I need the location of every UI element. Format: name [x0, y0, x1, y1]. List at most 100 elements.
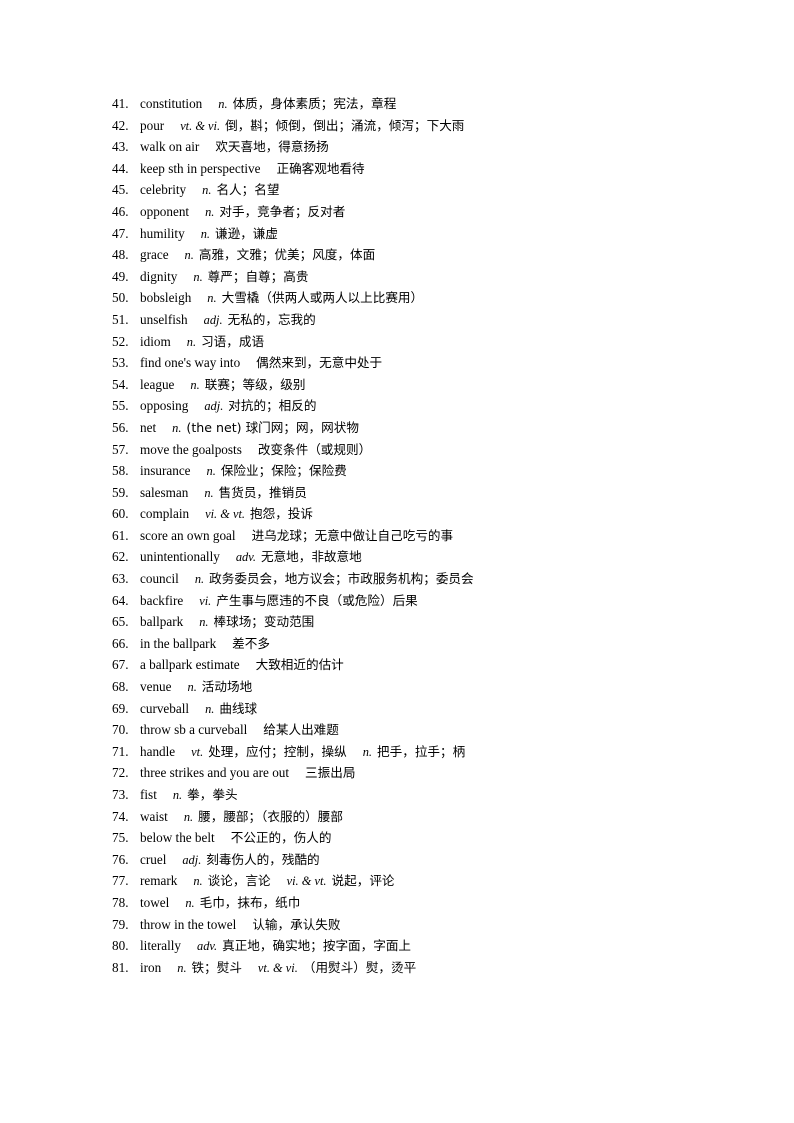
- part-of-speech: n.: [183, 809, 194, 824]
- entry-definition: 谦逊，谦虚: [215, 225, 278, 241]
- vocabulary-list: 41. constitution n. 体质，身体素质；宪法，章程 42. pour vt.…: [112, 93, 752, 978]
- entry-definition: 真正地，确实地；按字面，字面上: [222, 938, 411, 954]
- entry-headword: keep sth in perspective: [140, 160, 261, 176]
- vocabulary-entry: 68. venue n. 活动场地: [112, 676, 752, 698]
- part-of-speech: vi. & vt.: [205, 507, 245, 522]
- part-of-speech: n.: [187, 680, 197, 695]
- entry-number: 45.: [112, 182, 129, 198]
- entry-number: 56.: [112, 419, 129, 435]
- vocabulary-entry: 73. fist n. 拳，拳头: [112, 784, 752, 806]
- entry-definition: 说起，评论: [331, 873, 395, 889]
- vocabulary-entry: 55. opposing adj. 对抗的；相反的: [112, 395, 752, 417]
- entry-definition: 腰，腰部；（衣服的）腰部: [198, 808, 343, 824]
- entry-definition: 活动场地: [201, 679, 253, 695]
- vocabulary-entry: 67. a ballpark estimate 大致相近的估计: [112, 654, 752, 676]
- entry-headword: bobsleigh: [140, 290, 192, 306]
- entry-definition: 名人；名望: [216, 182, 280, 198]
- entry-headword: pour: [140, 117, 165, 133]
- entry-number: 64.: [112, 592, 129, 608]
- entry-number: 46.: [112, 203, 129, 219]
- part-of-speech: n.: [172, 788, 183, 802]
- part-of-speech: n.: [194, 572, 205, 587]
- vocabulary-entry: 44. keep sth in perspective 正确客观地看待: [112, 158, 752, 180]
- part-of-speech: n.: [177, 960, 187, 975]
- entry-headword: opposing: [140, 398, 189, 414]
- entry-number: 75.: [112, 830, 129, 846]
- part-of-speech: adv.: [197, 939, 218, 954]
- entry-headword: find one's way into: [140, 355, 241, 371]
- entry-definition: 习语，成语: [201, 333, 265, 349]
- entry-headword: dignity: [140, 268, 178, 284]
- entry-headword: unintentionally: [140, 549, 220, 565]
- entry-headword: throw sb a curveball: [140, 722, 248, 738]
- entry-definition: 铁；熨斗: [191, 959, 242, 975]
- vocabulary-entry: 76. cruel adj. 刻毒伤人的，残酷的: [112, 849, 752, 871]
- entry-headword: towel: [140, 894, 170, 910]
- entry-number: 53.: [112, 355, 129, 371]
- vocabulary-entry: 69. curveball n. 曲线球: [112, 698, 752, 720]
- vocabulary-entry: 46. opponent n. 对手，竞争者；反对者: [112, 201, 752, 223]
- entry-definition: 给某人出难题: [263, 722, 339, 738]
- entry-definition: 差不多: [232, 635, 270, 651]
- vocabulary-entry: 59. salesman n. 售货员，推销员: [112, 482, 752, 504]
- vocabulary-entry: 52. idiom n. 习语，成语: [112, 331, 752, 353]
- vocabulary-entry: 51. unselfish adj. 无私的，忘我的: [112, 309, 752, 331]
- part-of-speech: vi.: [199, 593, 212, 608]
- entry-number: 65.: [112, 614, 129, 630]
- entry-definition: 联赛；等级，级别: [204, 376, 306, 392]
- entry-headword: venue: [140, 679, 172, 695]
- part-of-speech: n.: [193, 269, 203, 284]
- entry-headword: celebrity: [140, 182, 187, 198]
- vocabulary-entry: 75. below the belt 不公正的，伤人的: [112, 827, 752, 849]
- entry-definition: 保险业；保险；保险费: [220, 463, 347, 479]
- part-of-speech: n.: [186, 334, 197, 349]
- vocabulary-entry: 70. throw sb a curveball 给某人出难题: [112, 719, 752, 741]
- part-of-speech: adj.: [182, 852, 202, 867]
- part-of-speech: adv.: [235, 550, 256, 565]
- vocabulary-entry: 60. complain vi. & vt. 抱怨，投诉: [112, 503, 752, 525]
- document-page: 41. constitution n. 体质，身体素质；宪法，章程 42. pour vt.…: [0, 0, 794, 1123]
- vocabulary-entry: 72. three strikes and you are out 三振出局: [112, 762, 752, 784]
- entry-number: 81.: [112, 959, 129, 975]
- entry-number: 70.: [112, 722, 129, 738]
- entry-definition: 尊严；自尊；高贵: [207, 268, 309, 284]
- part-of-speech: n.: [199, 615, 209, 630]
- entry-number: 44.: [112, 160, 129, 176]
- entry-definition: 倒，斟；倾倒，倒出；涌流，倾泻；下大雨: [225, 117, 465, 133]
- entry-headword: net: [140, 419, 157, 435]
- part-of-speech: adj.: [203, 312, 223, 327]
- entry-headword: below the belt: [140, 830, 215, 846]
- entry-number: 74.: [112, 808, 129, 824]
- entry-number: 58.: [112, 463, 129, 479]
- entry-definition: 三振出局: [305, 765, 356, 781]
- entry-definition: 处理，应付；控制，操纵: [208, 743, 347, 759]
- entry-definition: 把手，拉手；柄: [377, 743, 466, 759]
- entry-headword: cruel: [140, 851, 167, 867]
- part-of-speech: n.: [172, 420, 182, 435]
- entry-headword: unselfish: [140, 311, 188, 327]
- entry-number: 68.: [112, 679, 129, 695]
- part-of-speech: vt. & vi.: [180, 118, 221, 133]
- entry-definition: 体质，身体素质；宪法，章程: [232, 96, 397, 111]
- entry-number: 77.: [112, 873, 129, 889]
- entry-headword: iron: [140, 959, 162, 975]
- entry-number: 41.: [112, 96, 129, 111]
- entry-definition: 棒球场；变动范围: [213, 614, 315, 630]
- entry-number: 78.: [112, 894, 129, 910]
- vocabulary-entry: 62. unintentionally adv. 无意地，非故意地: [112, 546, 752, 568]
- part-of-speech: adj.: [204, 399, 224, 414]
- entry-definition: 政务委员会，地方议会；市政服务机构；委员会: [209, 571, 474, 587]
- entry-headword: grace: [140, 247, 169, 263]
- entry-number: 50.: [112, 290, 129, 306]
- entry-definition: (the net) 球门网；网，网状物: [186, 419, 359, 435]
- entry-headword: fist: [140, 787, 157, 802]
- part-of-speech: n.: [202, 183, 212, 198]
- part-of-speech: n.: [190, 377, 200, 392]
- vocabulary-entry: 80. literally adv. 真正地，确实地；按字面，字面上: [112, 935, 752, 957]
- entry-headword: humility: [140, 225, 185, 241]
- vocabulary-entry: 66. in the ballpark 差不多: [112, 633, 752, 655]
- entry-headword: remark: [140, 873, 178, 889]
- part-of-speech: n.: [184, 248, 194, 263]
- vocabulary-entry: 61. score an own goal 进乌龙球；无意中做让自己吃亏的事: [112, 525, 752, 547]
- entry-headword: a ballpark estimate: [140, 657, 240, 673]
